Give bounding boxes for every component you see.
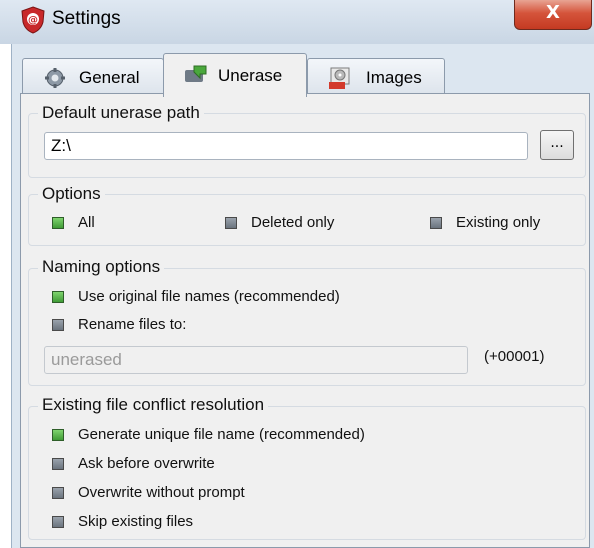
tab-strip: General Unerase Images: [18, 48, 590, 97]
conflict-skip-existing-label: Skip existing files: [78, 513, 194, 530]
tab-images-label: Images: [366, 68, 422, 87]
unerase-path-input[interactable]: Z:\: [44, 132, 528, 160]
disk-image-icon: [329, 67, 350, 89]
naming-rename-files-label: Rename files to:: [78, 316, 187, 333]
option-all-label: All: [78, 214, 95, 231]
conflict-ask-before-checkbox[interactable]: [52, 458, 64, 470]
conflict-skip-existing-checkbox[interactable]: [52, 516, 64, 528]
gear-icon: [45, 68, 65, 88]
rename-pattern-input[interactable]: unerased: [44, 346, 468, 374]
options-legend: Options: [38, 184, 105, 204]
close-button[interactable]: X: [514, 0, 592, 30]
conflict-overwrite-checkbox[interactable]: [52, 487, 64, 499]
title-bar: @ Settings X: [0, 0, 594, 44]
option-all-checkbox[interactable]: [52, 217, 64, 229]
browse-button[interactable]: ...: [540, 130, 574, 160]
naming-rename-files-checkbox[interactable]: [52, 319, 64, 331]
conflict-overwrite-label: Overwrite without prompt: [78, 484, 245, 501]
option-deleted-only-label: Deleted only: [251, 214, 335, 231]
rename-suffix: (+00001): [484, 348, 545, 365]
app-shield-icon: @: [21, 6, 45, 34]
option-existing-only-label: Existing only: [456, 214, 541, 231]
option-deleted-only-checkbox[interactable]: [225, 217, 237, 229]
conflict-generate-unique-checkbox[interactable]: [52, 429, 64, 441]
default-path-legend: Default unerase path: [38, 103, 204, 123]
conflict-resolution-legend: Existing file conflict resolution: [38, 395, 269, 415]
svg-text:@: @: [28, 15, 38, 26]
tab-images[interactable]: Images: [307, 58, 445, 94]
tab-general[interactable]: General: [22, 58, 164, 94]
disk-arrow-icon: [185, 65, 207, 82]
tab-unerase-label: Unerase: [218, 66, 283, 85]
conflict-ask-before-label: Ask before overwrite: [78, 455, 215, 472]
naming-original-names-label: Use original file names (recommended): [78, 288, 340, 305]
window-title: Settings: [52, 8, 121, 29]
tab-general-label: General: [79, 68, 140, 87]
conflict-generate-unique-label: Generate unique file name (recommended): [78, 426, 365, 443]
option-existing-only-checkbox[interactable]: [430, 217, 442, 229]
naming-original-names-checkbox[interactable]: [52, 291, 64, 303]
naming-options-legend: Naming options: [38, 257, 165, 277]
tab-unerase[interactable]: Unerase: [163, 53, 307, 97]
